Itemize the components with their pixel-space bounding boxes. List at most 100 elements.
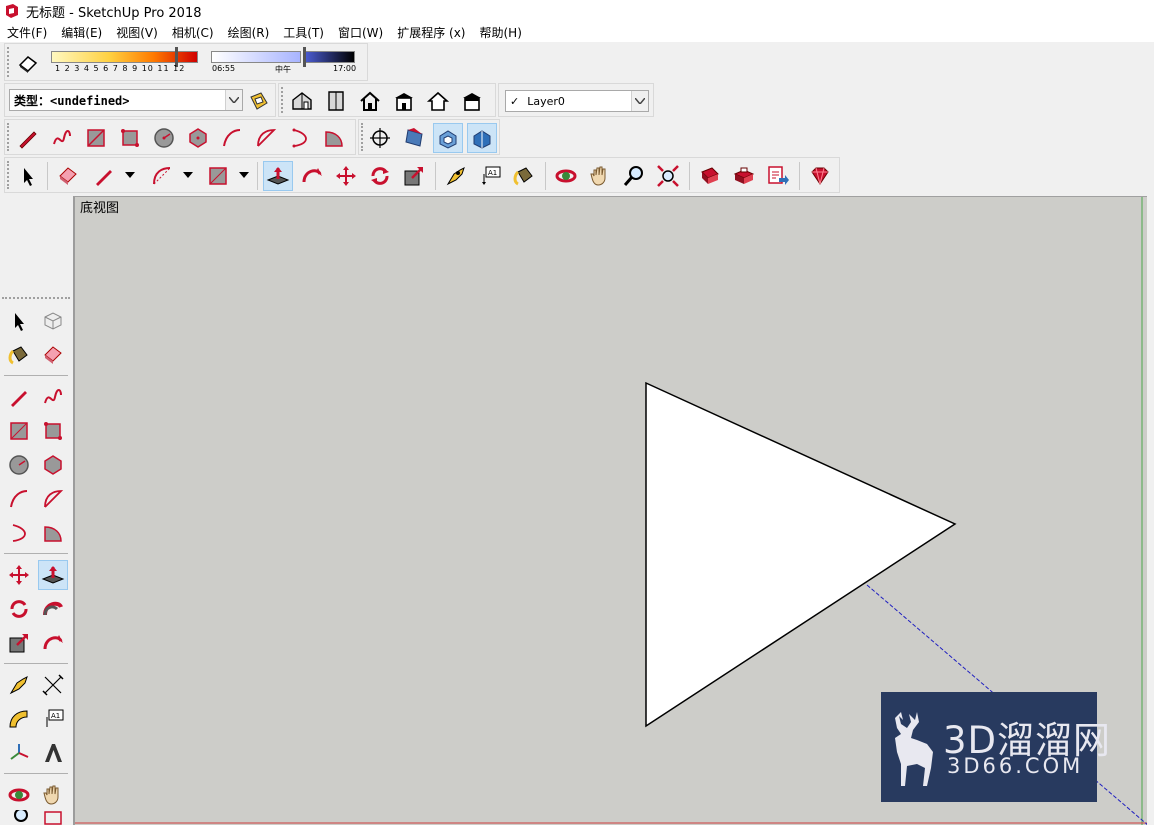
scale-tool[interactable]: [4, 628, 34, 658]
menu-camera[interactable]: 相机(C): [172, 24, 214, 41]
toolbar-grip[interactable]: [281, 87, 284, 113]
rotated-rectangle-tool[interactable]: [115, 123, 145, 153]
dimension-tool[interactable]: [38, 670, 68, 700]
freehand-tool[interactable]: [38, 382, 68, 412]
deer-logo-icon: [895, 712, 933, 786]
time-slider-thumb[interactable]: [303, 47, 306, 67]
3d-text-tool[interactable]: [38, 738, 68, 768]
arc-tool[interactable]: [217, 123, 247, 153]
offset-tool[interactable]: [38, 628, 68, 658]
toolbar-grip[interactable]: [7, 161, 10, 189]
select-tool[interactable]: [4, 306, 34, 336]
chevron-down-icon[interactable]: [239, 172, 249, 178]
circle-tool[interactable]: [4, 450, 34, 480]
scale-tool[interactable]: [399, 161, 429, 191]
menu-help[interactable]: 帮助(H): [479, 24, 521, 41]
protractor-tool[interactable]: [4, 704, 34, 734]
chevron-down-icon[interactable]: [125, 172, 135, 178]
rectangle-tool[interactable]: [4, 416, 34, 446]
two-point-arc-tool[interactable]: [251, 123, 281, 153]
front-view-button[interactable]: [389, 86, 419, 116]
push-pull-tool[interactable]: [263, 161, 293, 191]
text-tool[interactable]: A1: [475, 161, 505, 191]
menu-window[interactable]: 窗口(W): [338, 24, 383, 41]
entity-type-select[interactable]: 类型：<undefined>: [9, 89, 243, 111]
three-point-arc-tool[interactable]: [4, 518, 34, 548]
display-section-cuts-toggle[interactable]: [467, 123, 497, 153]
pan-tool[interactable]: [38, 780, 68, 810]
rotate-tool[interactable]: [365, 161, 395, 191]
toolbar-grip[interactable]: [7, 47, 10, 77]
top-view-button[interactable]: [355, 86, 385, 116]
shape-dropdown-tool[interactable]: [203, 161, 233, 191]
follow-me-tool[interactable]: [297, 161, 327, 191]
display-section-planes-toggle[interactable]: [433, 123, 463, 153]
zoom-extents-tool[interactable]: [653, 161, 683, 191]
triangle-face[interactable]: [645, 381, 957, 728]
polygon-tool[interactable]: [38, 450, 68, 480]
side-view-button[interactable]: [321, 86, 351, 116]
three-point-arc-tool[interactable]: [285, 123, 315, 153]
make-component-tool[interactable]: [38, 306, 68, 336]
follow-me-tool[interactable]: [38, 594, 68, 624]
ruby-console-button[interactable]: [805, 161, 835, 191]
menu-tools[interactable]: 工具(T): [283, 24, 324, 41]
menu-draw[interactable]: 绘图(R): [228, 24, 270, 41]
circle-tool[interactable]: [149, 123, 179, 153]
right-view-button[interactable]: [423, 86, 453, 116]
line-tool[interactable]: [13, 123, 43, 153]
axes-tool[interactable]: [4, 738, 34, 768]
layer-select[interactable]: ✓ Layer0: [505, 90, 649, 112]
menu-file[interactable]: 文件(F): [7, 24, 47, 41]
3d-warehouse-button[interactable]: [695, 161, 725, 191]
tape-measure-tool[interactable]: [4, 670, 34, 700]
zoom-tool[interactable]: [4, 810, 34, 825]
zoom-tool[interactable]: [619, 161, 649, 191]
tape-measure-tool[interactable]: [441, 161, 471, 191]
rotate-tool[interactable]: [4, 594, 34, 624]
send-to-layout-button[interactable]: [763, 161, 793, 191]
select-tool[interactable]: [13, 161, 43, 191]
chevron-down-icon[interactable]: [631, 91, 648, 111]
paint-bucket-tool[interactable]: [509, 161, 539, 191]
time-slider[interactable]: [211, 51, 301, 63]
zoom-window-tool[interactable]: [38, 810, 68, 825]
toolbar-grip[interactable]: [2, 297, 70, 299]
push-pull-tool[interactable]: [38, 560, 68, 590]
back-view-button[interactable]: [457, 86, 487, 116]
freehand-tool[interactable]: [47, 123, 77, 153]
line-dropdown-tool[interactable]: [89, 161, 119, 191]
shadows-toggle-button[interactable]: [13, 48, 43, 78]
iso-view-button[interactable]: [287, 86, 317, 116]
eraser-tool[interactable]: [38, 340, 68, 370]
orbit-tool[interactable]: [551, 161, 581, 191]
toolbar-grip[interactable]: [361, 123, 364, 151]
toolbar-grip[interactable]: [7, 123, 10, 151]
move-tool[interactable]: [4, 560, 34, 590]
pan-tool[interactable]: [585, 161, 615, 191]
chevron-down-icon[interactable]: [225, 90, 242, 110]
polygon-tool[interactable]: [183, 123, 213, 153]
move-tool[interactable]: [331, 161, 361, 191]
two-point-arc-tool[interactable]: [38, 484, 68, 514]
paint-bucket-tool[interactable]: [4, 340, 34, 370]
eraser-tool[interactable]: [53, 161, 83, 191]
position-camera-tool[interactable]: [365, 123, 395, 153]
pie-tool[interactable]: [38, 518, 68, 548]
pie-tool[interactable]: [319, 123, 349, 153]
line-tool[interactable]: [4, 382, 34, 412]
chevron-down-icon[interactable]: [183, 172, 193, 178]
menu-view[interactable]: 视图(V): [116, 24, 158, 41]
arc-tool[interactable]: [4, 484, 34, 514]
menu-extensions[interactable]: 扩展程序 (x): [397, 24, 465, 41]
text-tool[interactable]: A1: [38, 704, 68, 734]
arc-dropdown-tool[interactable]: [147, 161, 177, 191]
menu-edit[interactable]: 编辑(E): [61, 24, 102, 41]
components-button[interactable]: [244, 86, 274, 116]
orbit-tool[interactable]: [4, 780, 34, 810]
rectangle-tool[interactable]: [81, 123, 111, 153]
section-plane-tool[interactable]: [399, 123, 429, 153]
extension-warehouse-button[interactable]: [729, 161, 759, 191]
drawing-viewport[interactable]: 底视图 3D溜溜网 3D66.COM: [73, 196, 1147, 825]
rotated-rectangle-tool[interactable]: [38, 416, 68, 446]
